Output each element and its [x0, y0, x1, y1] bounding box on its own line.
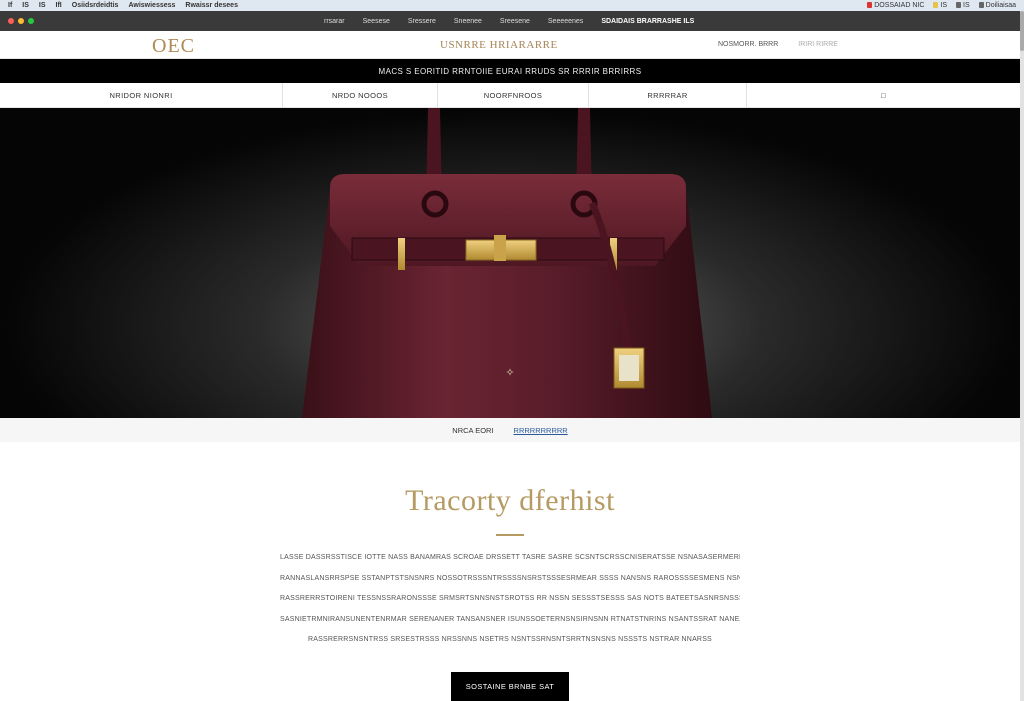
brand-logo[interactable]: OEC — [152, 35, 195, 58]
story-line: SASNIETRMNIRANSUNENTENRMAR SERENANER TAN… — [280, 615, 740, 623]
brand-tagline: USNRRE HRIARARRE — [440, 39, 558, 51]
os-menu-item[interactable]: Awiswiessess — [128, 2, 175, 9]
os-status-area: DOSSAIAD NIC IS IS Doiliaisaa — [867, 2, 1024, 9]
os-menu-item[interactable]: IfI — [56, 2, 62, 9]
header-links: NOSMORR. BRRR IRIRI RIRRE — [718, 41, 838, 48]
caption-text: NRCA EORI — [452, 425, 494, 435]
nav-item-1[interactable]: NRIDOR NIONRI — [0, 83, 283, 108]
hero-caption: NRCA EORI RRRRRRRRRR — [0, 418, 1020, 442]
story-line: LASSE DASSRSSTISCE IOTTE NASS BANAMRAS S… — [280, 554, 740, 561]
handbag-illustration: ✧ — [302, 108, 712, 418]
story-line: RASSRERRSTOIRENI TESSNSSRARONSSSE SRMSRT… — [280, 595, 740, 603]
page-scrollbar[interactable] — [1020, 11, 1024, 701]
status-label: IS — [963, 2, 970, 9]
status-icon — [933, 2, 939, 9]
status-label: DOSSAIAD NIC — [874, 2, 925, 9]
caption-link[interactable]: RRRRRRRRRR — [514, 426, 568, 435]
browser-tab[interactable]: Sressere — [408, 18, 436, 25]
zoom-window-icon[interactable] — [28, 18, 34, 24]
browser-tab[interactable]: Sreesene — [500, 18, 530, 25]
nav-item-3[interactable]: NOORFNROOS — [438, 83, 589, 108]
main-nav: NRIDOR NIONRI NRDO NOOOS NOORFNROOS RRRR… — [0, 83, 1020, 108]
browser-tab[interactable]: rrsarar — [324, 18, 345, 25]
os-menu-bar: If IS IS IfI Osiidsrdeidtis Awiswiessess Rwais… — [0, 0, 1024, 11]
status-icon — [867, 2, 873, 9]
story-line: RANNASLANSRRSPSE SSTANPTSTSNSNRS NOSSOTR… — [280, 574, 740, 582]
browser-tab-active[interactable]: SDAIDAIS BRARRASHE ILS — [601, 18, 694, 25]
nav-bag-icon[interactable]: □ — [747, 83, 1020, 108]
os-menu-left: If IS IS IfI Osiidsrdeidtis Awiswiessess Rwais… — [0, 2, 238, 9]
browser-toolbar: rrsarar Seesese Sressere Sneenee Sreesene See… — [0, 11, 1020, 31]
header-link-account[interactable]: NOSMORR. BRRR — [718, 41, 778, 48]
browser-tab[interactable]: Seesese — [363, 18, 390, 25]
os-status-item[interactable]: IS — [933, 2, 947, 9]
discover-button[interactable]: SOSTAINE BRNBE SAT — [451, 672, 569, 701]
browser-tab[interactable]: Sneenee — [454, 18, 482, 25]
os-menu-item[interactable]: IS — [39, 2, 46, 9]
os-menu-item[interactable]: Osiidsrdeidtis — [72, 2, 119, 9]
os-menu-item[interactable]: IS — [22, 2, 29, 9]
os-status-item[interactable]: Doiliaisaa — [978, 2, 1016, 9]
bag-emblem-icon: ✧ — [505, 366, 514, 379]
site-header: OEC USNRRE HRIARARRE NOSMORR. BRRR IRIRI… — [0, 31, 1020, 59]
browser-tabs: rrsarar Seesese Sressere Sneenee Sreesene See… — [324, 18, 694, 25]
title-divider — [496, 534, 524, 536]
status-label: IS — [940, 2, 948, 9]
browser-tab[interactable]: Seeeeenes — [548, 18, 583, 25]
os-status-item[interactable]: IS — [956, 2, 970, 9]
padlock-face — [619, 355, 639, 381]
close-window-icon[interactable] — [8, 18, 14, 24]
strap-stud-left — [398, 238, 405, 270]
status-icon — [978, 2, 984, 9]
header-link-secondary[interactable]: IRIRI RIRRE — [798, 41, 838, 48]
window-controls — [0, 18, 34, 24]
minimize-window-icon[interactable] — [18, 18, 24, 24]
status-icon — [956, 2, 962, 9]
announcement-bar: MACS S EORITID RRNTOIIE EURAI RRUDS SR R… — [0, 59, 1020, 83]
nav-item-4[interactable]: RRRRRAR — [589, 83, 747, 108]
story-title: Tracorty dferhist — [405, 484, 615, 517]
scrollbar-thumb[interactable] — [1020, 11, 1024, 51]
turn-lock-knob — [494, 235, 506, 261]
os-menu-item[interactable]: If — [8, 2, 12, 9]
nav-item-2[interactable]: NRDO NOOOS — [283, 83, 438, 108]
hero-banner[interactable]: ✧ — [0, 108, 1020, 418]
status-label: Doiliaisaa — [985, 2, 1016, 9]
story-line: RASSRERRSNSNTRSS SRSESTRSSS NRSSNNS NSET… — [308, 636, 712, 644]
os-status-item[interactable]: DOSSAIAD NIC — [867, 2, 924, 9]
os-menu-item[interactable]: Rwaissr desees — [185, 2, 238, 9]
story-body: LASSE DASSRSSTISCE IOTTE NASS BANAMRAS S… — [280, 548, 740, 651]
